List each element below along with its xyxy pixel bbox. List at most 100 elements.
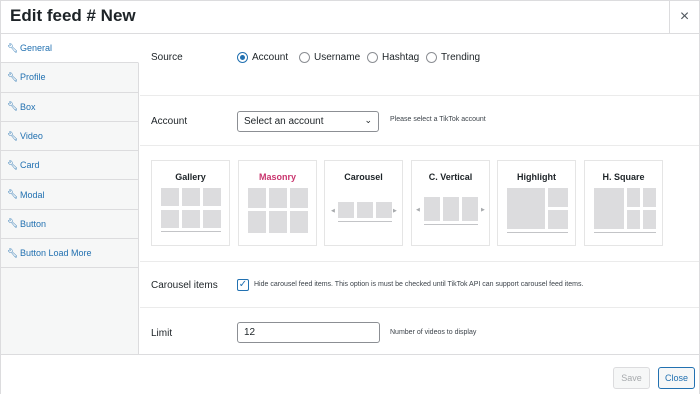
layout-card-highlight[interactable]: Highlight bbox=[497, 160, 576, 246]
radio-dot[interactable] bbox=[299, 52, 310, 63]
thumbnail bbox=[462, 197, 478, 221]
thumbnail bbox=[376, 202, 392, 218]
select-value: Select an account bbox=[244, 116, 324, 127]
wrench-icon: 🔧︎ bbox=[7, 71, 19, 82]
thumbnail bbox=[338, 202, 354, 218]
carousel-checkbox[interactable]: ✓ bbox=[237, 279, 249, 291]
sidebar-item-label: Video bbox=[20, 131, 43, 142]
sidebar-item-label: Box bbox=[20, 101, 36, 112]
thumbnail bbox=[269, 188, 287, 208]
account-label: Account bbox=[151, 116, 188, 127]
thumbnail bbox=[643, 188, 656, 207]
modal-header: Edit feed # New × bbox=[1, 1, 699, 34]
radio-hashtag[interactable]: Hashtag bbox=[367, 52, 419, 63]
wrench-icon: 🔧︎ bbox=[7, 247, 19, 258]
limit-hint: Number of videos to display bbox=[390, 329, 477, 336]
layout-card-masonry[interactable]: Masonry bbox=[238, 160, 317, 246]
main-panel: Source Account Username Hashtag Trending… bbox=[140, 34, 699, 354]
wrench-icon: 🔧︎ bbox=[7, 189, 19, 200]
sidebar-item-button[interactable]: 🔧︎ Button bbox=[1, 210, 138, 240]
card-title: C. Vertical bbox=[428, 172, 473, 182]
account-select[interactable]: Select an account ⌄ bbox=[237, 111, 379, 132]
chevron-left-icon: ◀ bbox=[331, 208, 335, 214]
thumbnail bbox=[594, 188, 624, 229]
thumbnail bbox=[424, 197, 440, 221]
carousel-description: Hide carousel feed items. This option is… bbox=[254, 281, 584, 288]
account-hint: Please select a TikTok account bbox=[390, 116, 486, 123]
card-title: Highlight bbox=[517, 172, 556, 182]
thumbnail bbox=[248, 211, 266, 233]
caption-line bbox=[594, 232, 656, 233]
thumbnail bbox=[182, 210, 200, 228]
thumbnail bbox=[203, 188, 221, 206]
sidebar-item-profile[interactable]: 🔧︎ Profile bbox=[1, 63, 138, 93]
card-title: Masonry bbox=[258, 172, 296, 182]
sidebar-item-label: Button bbox=[20, 218, 47, 229]
sidebar-item-label: Modal bbox=[20, 189, 45, 200]
card-title: Carousel bbox=[344, 172, 383, 182]
radio-dot[interactable] bbox=[426, 52, 437, 63]
card-title: Gallery bbox=[175, 172, 206, 182]
limit-input[interactable]: 12 bbox=[237, 322, 380, 343]
source-row bbox=[140, 34, 699, 96]
sidebar-item-button-load-more[interactable]: 🔧︎ Button Load More bbox=[1, 239, 138, 269]
thumbnail bbox=[627, 210, 640, 229]
thumbnail bbox=[643, 210, 656, 229]
carousel-items-label: Carousel items bbox=[151, 280, 218, 291]
sidebar-item-general[interactable]: 🔧︎ General bbox=[1, 34, 139, 64]
wrench-icon: 🔧︎ bbox=[7, 159, 19, 170]
thumbnail bbox=[548, 188, 568, 207]
sidebar-item-card[interactable]: 🔧︎ Card bbox=[1, 151, 138, 181]
thumbnail bbox=[627, 188, 640, 207]
thumbnail bbox=[443, 197, 459, 221]
sidebar-item-box[interactable]: 🔧︎ Box bbox=[1, 93, 138, 122]
thumbnail bbox=[290, 188, 308, 208]
radio-label: Hashtag bbox=[382, 52, 420, 63]
radio-label: Account bbox=[252, 52, 289, 63]
chevron-left-icon: ◀ bbox=[416, 207, 420, 213]
edit-feed-modal: Edit feed # New × 🔧︎ General 🔧︎ Profile 🔧︎… bbox=[0, 0, 700, 394]
modal-title: Edit feed # New bbox=[10, 6, 136, 25]
wrench-icon: 🔧︎ bbox=[7, 101, 19, 112]
layout-card-h-square[interactable]: H. Square bbox=[584, 160, 663, 246]
card-title: H. Square bbox=[602, 172, 645, 182]
wrench-icon: 🔧︎ bbox=[7, 130, 19, 141]
layout-card-c-vertical[interactable]: C. Vertical ◀ ▶ bbox=[411, 160, 490, 246]
chevron-right-icon: ▶ bbox=[481, 207, 485, 213]
thumbnail bbox=[357, 202, 373, 218]
radio-trending[interactable]: Trending bbox=[426, 52, 480, 63]
radio-dot[interactable] bbox=[237, 52, 248, 63]
sidebar-item-modal[interactable]: 🔧︎ Modal bbox=[1, 180, 138, 210]
limit-label: Limit bbox=[151, 328, 173, 339]
sidebar-item-label: Profile bbox=[20, 72, 46, 83]
modal-footer: Save Close bbox=[1, 354, 699, 394]
close-icon[interactable]: × bbox=[669, 1, 699, 33]
wrench-icon: 🔧︎ bbox=[7, 218, 19, 229]
sidebar-item-label: General bbox=[20, 43, 53, 54]
wrench-icon: 🔧︎ bbox=[7, 42, 19, 53]
sidebar-item-label: Button Load More bbox=[20, 248, 92, 259]
radio-dot[interactable] bbox=[367, 52, 378, 63]
caption-line bbox=[424, 224, 478, 225]
caption-line bbox=[507, 232, 568, 233]
chevron-down-icon: ⌄ bbox=[364, 115, 372, 125]
source-label: Source bbox=[151, 52, 183, 63]
radio-label: Trending bbox=[441, 52, 481, 63]
layout-card-carousel[interactable]: Carousel ◀ ▶ bbox=[324, 160, 403, 246]
radio-account[interactable]: Account bbox=[237, 52, 288, 63]
thumbnail bbox=[290, 211, 308, 233]
sidebar-item-video[interactable]: 🔧︎ Video bbox=[1, 122, 138, 152]
chevron-right-icon: ▶ bbox=[393, 208, 397, 214]
thumbnail bbox=[182, 188, 200, 206]
radio-username[interactable]: Username bbox=[299, 52, 360, 63]
sidebar: 🔧︎ General 🔧︎ Profile 🔧︎ Box 🔧︎ Video 🔧︎ Card… bbox=[1, 34, 139, 354]
thumbnail bbox=[203, 210, 221, 228]
sidebar-item-label: Card bbox=[20, 160, 40, 171]
thumbnail bbox=[548, 210, 568, 229]
radio-label: Username bbox=[314, 52, 361, 63]
layout-card-gallery[interactable]: Gallery bbox=[151, 160, 230, 246]
close-button[interactable]: Close bbox=[658, 367, 695, 389]
save-button[interactable]: Save bbox=[613, 367, 650, 389]
thumbnail bbox=[161, 188, 179, 206]
caption-line bbox=[338, 221, 392, 222]
